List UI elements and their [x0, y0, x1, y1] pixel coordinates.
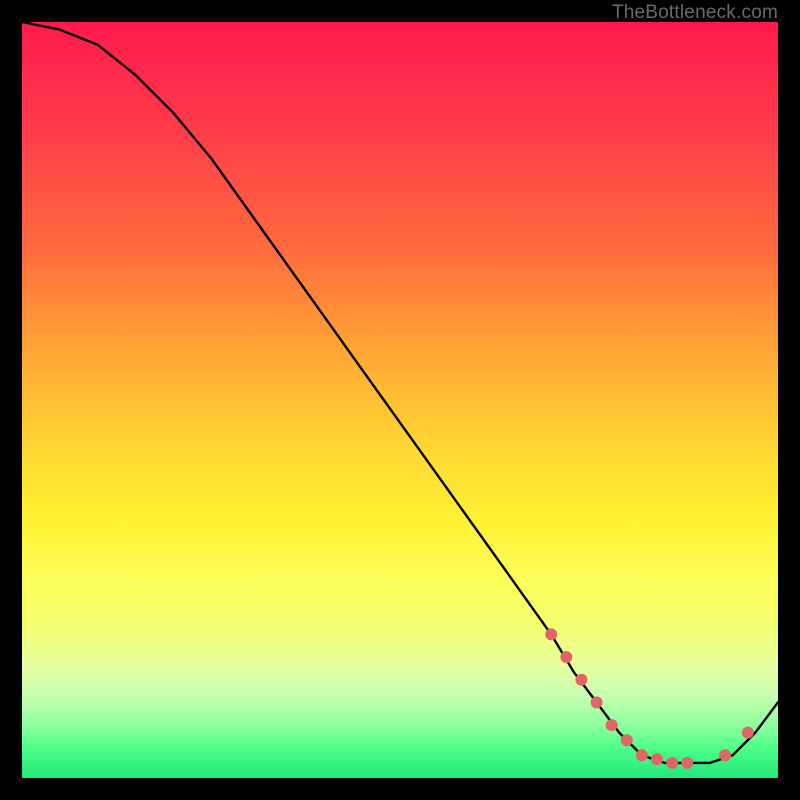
marker-dots: [545, 628, 754, 769]
marker-dot: [560, 651, 572, 663]
bottleneck-curve: [22, 22, 778, 763]
marker-dot: [621, 734, 633, 746]
marker-dot: [636, 749, 648, 761]
marker-dot: [545, 628, 557, 640]
marker-dot: [651, 753, 663, 765]
marker-dot: [606, 719, 618, 731]
attribution-text: TheBottleneck.com: [612, 2, 778, 24]
marker-dot: [719, 749, 731, 761]
chart-container: TheBottleneck.com: [0, 0, 800, 800]
marker-dot: [742, 727, 754, 739]
marker-dot: [681, 757, 693, 769]
curve-svg: [22, 22, 778, 778]
marker-dot: [666, 757, 678, 769]
plot-area: [22, 22, 778, 778]
marker-dot: [575, 674, 587, 686]
marker-dot: [591, 696, 603, 708]
